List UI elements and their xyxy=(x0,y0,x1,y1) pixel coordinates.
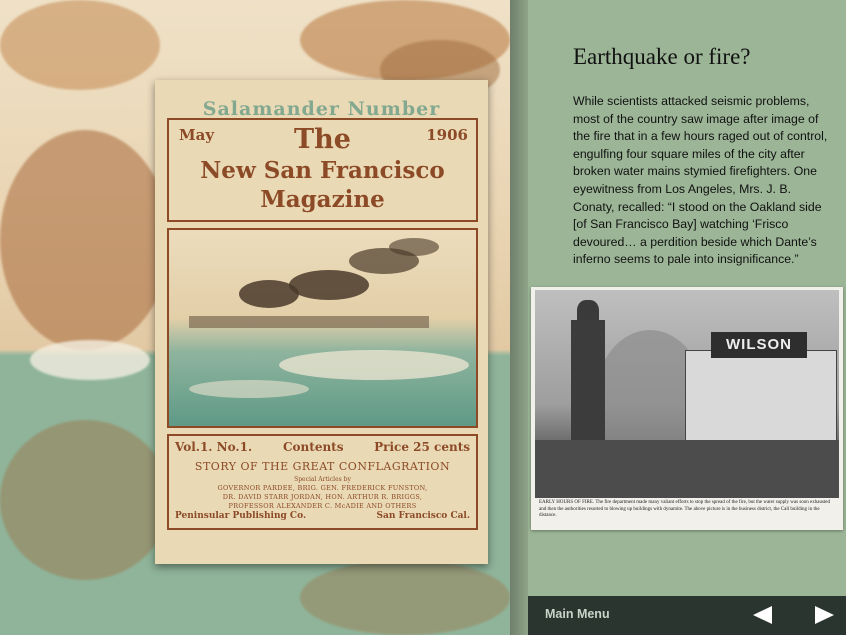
photo-caption: EARLY HOURS OF FIRE. The fire department… xyxy=(539,500,831,518)
cover-title-box: May 1906 The New San Francisco Magazine xyxy=(167,118,478,222)
cover-illustration xyxy=(167,228,478,428)
cover-title-line3: Magazine xyxy=(260,186,385,213)
cover-story: STORY OF THE GREAT CONFLAGRATION xyxy=(194,460,451,473)
cover-authors-line2: DR. DAVID STARR JORDAN, HON. ARTHUR R. B… xyxy=(222,493,423,501)
fire-photo: WILSON EARLY HOURS OF FIRE. The fire dep… xyxy=(531,287,843,530)
main-menu-button[interactable]: Main Menu xyxy=(545,607,610,621)
cover-authors-line1: GOVERNOR PARDEE, BRIG. GEN. FREDERICK FU… xyxy=(217,484,428,492)
cover-banner: Salamander Number xyxy=(202,98,441,120)
panel-divider xyxy=(510,0,528,635)
cover-title-line1: The xyxy=(294,124,351,155)
magazine-cover: Salamander Number May 1906 The New San F… xyxy=(155,80,488,564)
article-body: While scientists attacked seismic proble… xyxy=(573,94,828,267)
bottom-nav-bar: Main Menu xyxy=(528,596,846,635)
cover-city: San Francisco Cal. xyxy=(376,511,471,521)
cover-contents-box: Vol.1. No.1. Contents Price 25 cents STO… xyxy=(167,434,478,530)
cover-volume: Vol.1. No.1. xyxy=(175,440,253,454)
cover-special: Special Articles by xyxy=(294,476,351,483)
right-arrow-icon[interactable] xyxy=(813,604,837,626)
wilson-sign: WILSON xyxy=(711,332,807,358)
cover-authors-line3: PROFESSOR ALEXANDER C. McADIE AND OTHERS xyxy=(228,502,417,510)
cover-publisher: Peninsular Publishing Co. xyxy=(175,511,307,521)
article-title: Earthquake or fire? xyxy=(573,44,751,69)
left-arrow-icon[interactable] xyxy=(750,604,774,626)
cover-price: Price 25 cents xyxy=(374,440,470,454)
cover-contents-label: Contents xyxy=(283,440,344,454)
fire-photo-image: WILSON xyxy=(535,290,839,498)
cover-title-line2: New San Francisco xyxy=(200,157,445,184)
